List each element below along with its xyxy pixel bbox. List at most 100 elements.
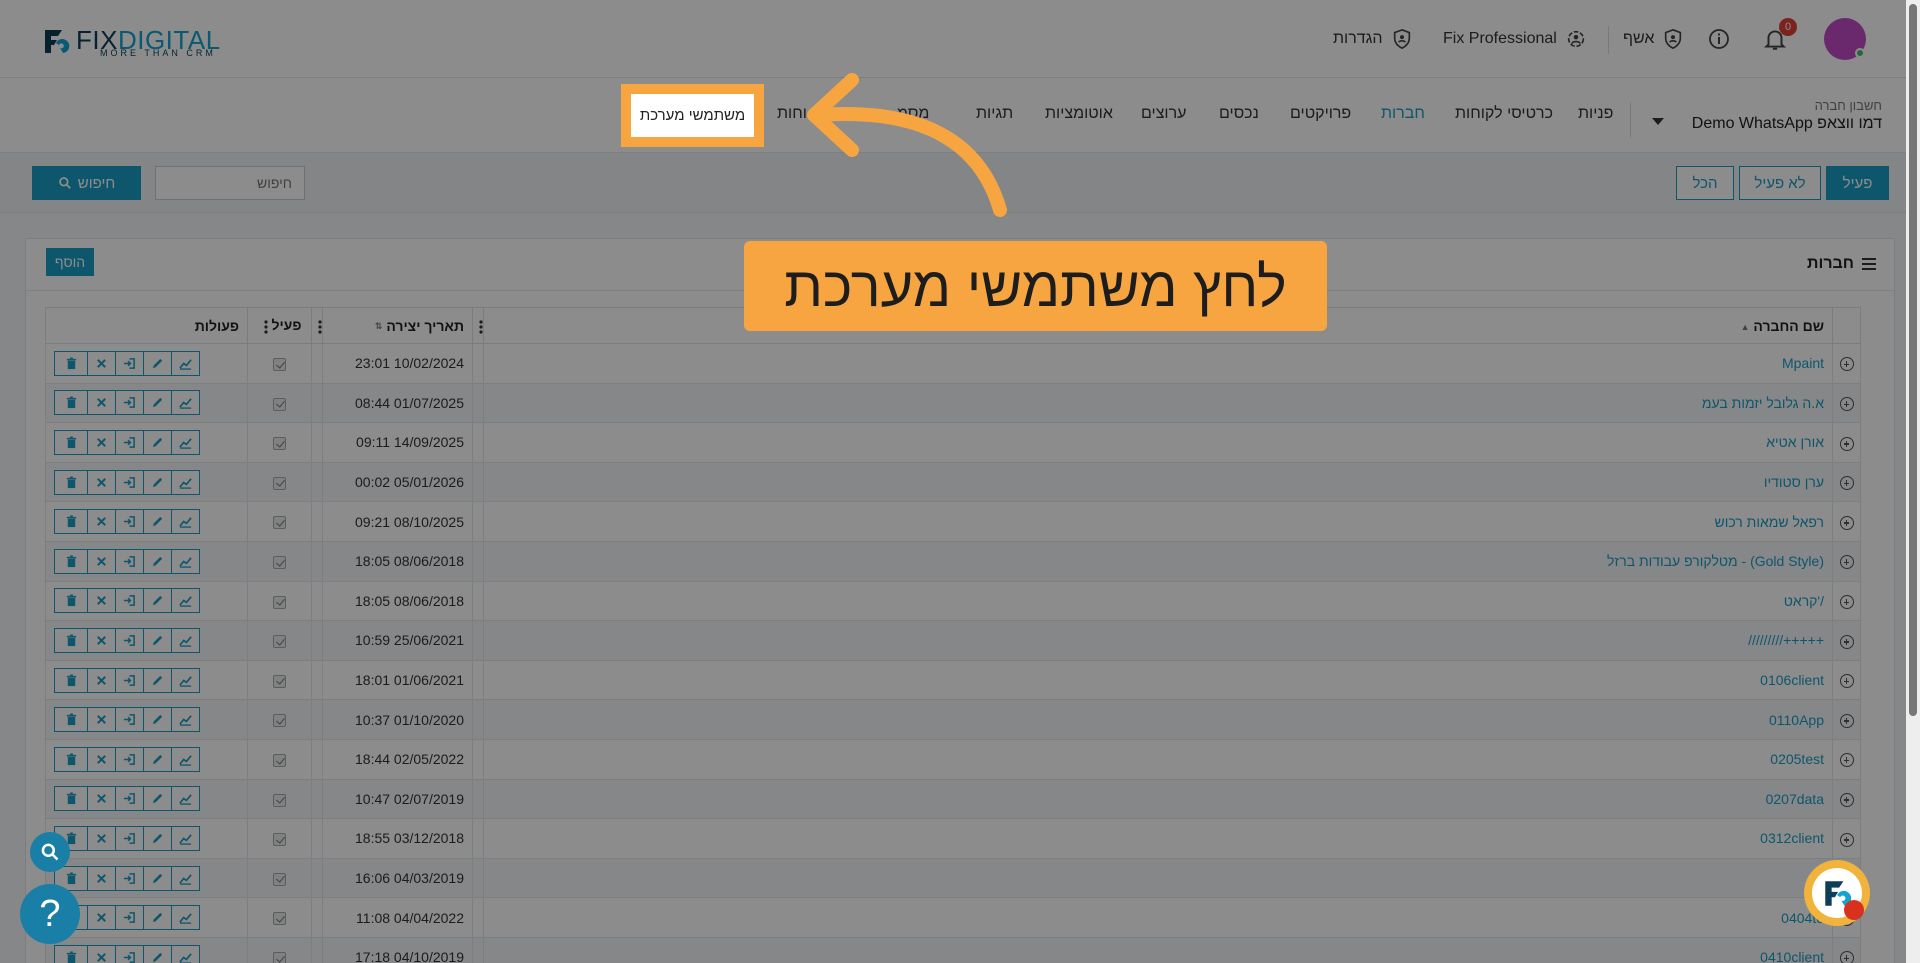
company-name-link[interactable]: (Gold Style) - מטלקורפ עבודות ברזל	[1607, 553, 1824, 569]
table-row[interactable]: רפאל שמאות רכוש 09:21 08/10/2025	[45, 501, 1861, 542]
trash-action-button[interactable]	[54, 944, 88, 963]
close-action-button[interactable]	[87, 627, 116, 653]
close-action-button[interactable]	[87, 588, 116, 614]
company-name-cell[interactable]: Mpaint	[483, 343, 1833, 384]
company-name-cell[interactable]: /'קראט	[483, 580, 1833, 622]
active-checkbox[interactable]	[273, 437, 286, 451]
close-action-button[interactable]	[87, 509, 116, 535]
nav-item-assets[interactable]: נכסים	[1219, 103, 1259, 125]
pencil-action-button[interactable]	[143, 429, 172, 455]
active-checkbox[interactable]	[273, 793, 286, 807]
company-name-cell[interactable]: (Gold Style) - מטלקורפ עבודות ברזל	[483, 540, 1833, 582]
trash-action-button[interactable]	[54, 667, 88, 693]
table-row[interactable]: 0205test 18:44 02/05/2022	[45, 738, 1861, 780]
active-checkbox[interactable]	[273, 912, 286, 926]
active-checkbox[interactable]	[273, 754, 286, 768]
table-row[interactable]: 0110App 10:37 01/10/2020	[45, 699, 1861, 740]
plus-circle-icon[interactable]	[1839, 357, 1854, 372]
chart-line-action-button[interactable]	[171, 746, 200, 772]
nav-item-channels[interactable]: ערוצים	[1141, 103, 1186, 125]
table-row[interactable]: Mpaint 23:01 10/02/2024	[45, 343, 1861, 384]
plus-circle-icon[interactable]	[1839, 792, 1854, 807]
sign-in-action-button[interactable]	[115, 469, 144, 495]
plus-circle-icon[interactable]	[1839, 832, 1854, 847]
page-scrollbar[interactable]	[1906, 0, 1920, 963]
pencil-action-button[interactable]	[143, 786, 172, 812]
avatar[interactable]	[1824, 18, 1866, 60]
plus-circle-icon[interactable]	[1839, 515, 1854, 530]
close-action-button[interactable]	[87, 786, 116, 812]
trash-action-button[interactable]	[54, 588, 88, 614]
trash-action-button[interactable]	[54, 746, 88, 772]
table-row[interactable]: 0404te 11:08 04/04/2022	[45, 897, 1861, 938]
nav-item-system-users[interactable]: משתמשי מערכת	[621, 84, 764, 147]
column-menu-name[interactable]	[472, 307, 484, 344]
expand-cell[interactable]	[1832, 501, 1861, 542]
expand-cell[interactable]	[1832, 343, 1861, 384]
filter-active-button[interactable]: פעיל	[1826, 166, 1889, 200]
pencil-action-button[interactable]	[143, 667, 172, 693]
table-row[interactable]: 0106client 18:01 01/06/2021	[45, 659, 1861, 701]
plus-circle-icon[interactable]	[1839, 634, 1854, 649]
active-checkbox[interactable]	[273, 397, 286, 411]
expand-cell[interactable]	[1832, 936, 1861, 963]
pencil-action-button[interactable]	[143, 509, 172, 535]
company-name-cell[interactable]: אורן אטיא	[483, 422, 1833, 463]
active-checkbox[interactable]	[273, 674, 286, 688]
sign-in-action-button[interactable]	[115, 707, 144, 733]
active-checkbox[interactable]	[273, 833, 286, 847]
sign-in-action-button[interactable]	[115, 627, 144, 653]
table-row[interactable]: 0312client 18:55 03/12/2018	[45, 818, 1861, 859]
company-name-link[interactable]: 0312client	[1760, 830, 1824, 846]
active-checkbox[interactable]	[273, 358, 286, 372]
filter-all-button[interactable]: הכל	[1676, 166, 1734, 200]
company-name-cell[interactable]: רפאל שמאות רכוש	[483, 501, 1833, 542]
filter-inactive-button[interactable]: לא פעיל	[1739, 166, 1821, 200]
company-name-cell[interactable]: +++++/////////	[483, 620, 1833, 661]
pencil-action-button[interactable]	[143, 390, 172, 416]
column-header-created[interactable]: תאריך יצירה ⇅	[322, 307, 473, 344]
company-name-cell[interactable]: 0207data	[483, 778, 1833, 820]
logo[interactable]: FIXDIGITAL MORE THAN CRM	[42, 26, 232, 58]
plus-circle-icon[interactable]	[1839, 951, 1854, 963]
plus-circle-icon[interactable]	[1839, 753, 1854, 768]
info-icon[interactable]	[1707, 27, 1731, 51]
help-button[interactable]: ?	[20, 884, 80, 944]
company-name-cell[interactable]: 0312client	[483, 818, 1833, 859]
user-menu[interactable]: אשף	[1623, 26, 1684, 52]
plan-menu[interactable]: Fix Professional	[1443, 26, 1587, 52]
close-action-button[interactable]	[87, 350, 116, 376]
pencil-action-button[interactable]	[143, 944, 172, 963]
sign-in-action-button[interactable]	[115, 905, 144, 931]
table-row[interactable]: 0410client 17:18 04/10/2019	[45, 936, 1861, 963]
company-name-link[interactable]: 0410client	[1760, 949, 1824, 963]
company-name-cell[interactable]: 0410client	[483, 936, 1833, 963]
pencil-action-button[interactable]	[143, 627, 172, 653]
company-name-cell[interactable]: 0110App	[483, 699, 1833, 740]
settings-menu[interactable]: הגדרות	[1333, 26, 1413, 52]
company-name-cell[interactable]: 0404te	[483, 897, 1833, 938]
expand-cell[interactable]	[1832, 620, 1861, 661]
trash-action-button[interactable]	[54, 548, 88, 574]
trash-action-button[interactable]	[54, 707, 88, 733]
close-action-button[interactable]	[87, 825, 116, 851]
chart-line-action-button[interactable]	[171, 825, 200, 851]
chart-line-action-button[interactable]	[171, 905, 200, 931]
plus-circle-icon[interactable]	[1839, 713, 1854, 728]
pencil-action-button[interactable]	[143, 548, 172, 574]
expand-cell[interactable]	[1832, 778, 1861, 820]
search-button[interactable]: חיפוש	[32, 166, 141, 200]
plus-circle-icon[interactable]	[1839, 397, 1854, 412]
close-action-button[interactable]	[87, 390, 116, 416]
chart-line-action-button[interactable]	[171, 667, 200, 693]
company-name-cell[interactable]: ערן סטודיו	[483, 461, 1833, 503]
column-menu-created[interactable]	[311, 307, 323, 344]
chart-line-action-button[interactable]	[171, 548, 200, 574]
expand-cell[interactable]	[1832, 818, 1861, 859]
company-name-link[interactable]: אורן אטיא	[1766, 434, 1824, 450]
pencil-action-button[interactable]	[143, 469, 172, 495]
chart-line-action-button[interactable]	[171, 588, 200, 614]
company-name-cell[interactable]: א.ה גלובל יזמות בעמ	[483, 382, 1833, 424]
pencil-action-button[interactable]	[143, 350, 172, 376]
expand-cell[interactable]	[1832, 540, 1861, 582]
